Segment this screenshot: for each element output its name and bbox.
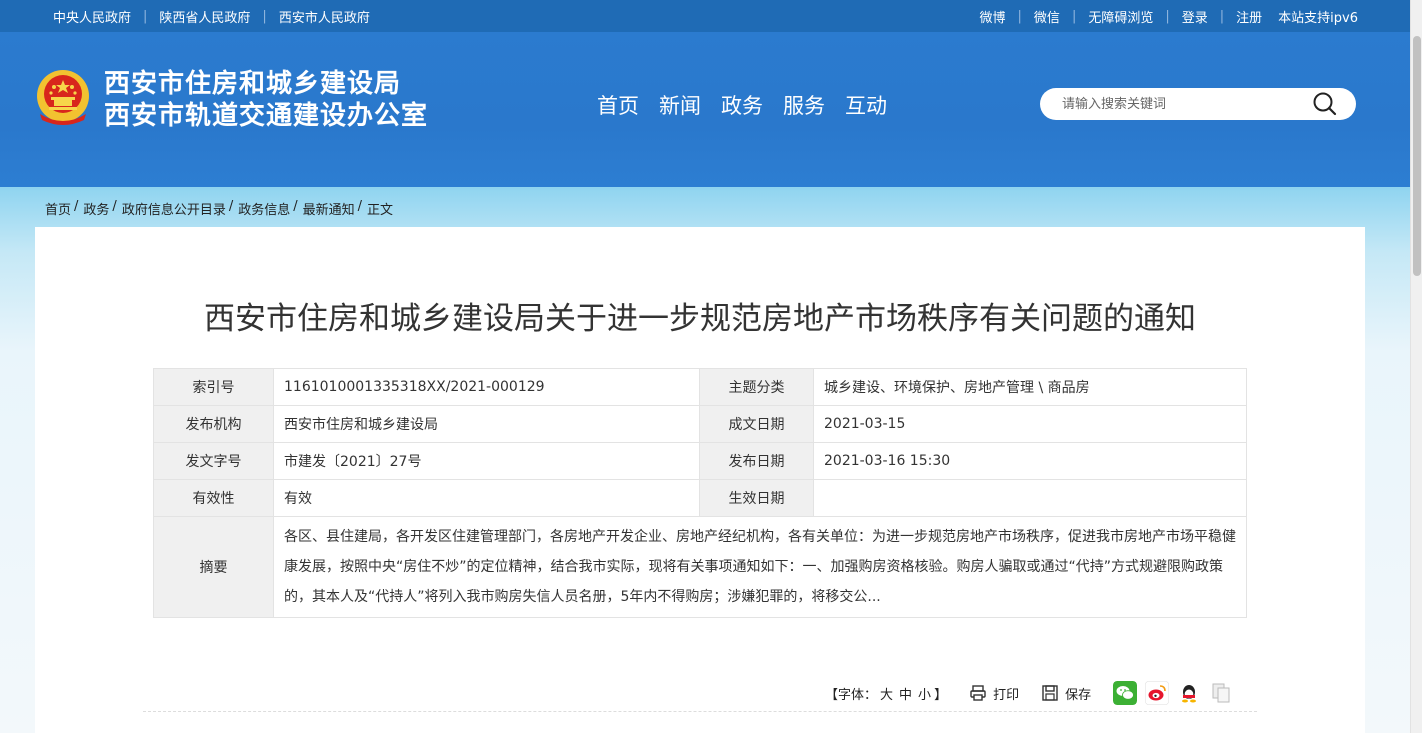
breadcrumb-government-affairs[interactable]: 政务 <box>83 199 109 218</box>
save-label: 保存 <box>1065 687 1092 703</box>
link-shaanxi-government[interactable]: 陕西省人民政府 <box>159 7 250 26</box>
page-scrollbar[interactable] <box>1410 0 1422 733</box>
copy-link-icon[interactable] <box>1209 681 1233 705</box>
nav-government-affairs[interactable]: 政务 <box>721 90 763 120</box>
top-bar: 中央人民政府 | 陕西省人民政府 | 西安市人民政府 微博 | 微信 | 无障碍… <box>0 0 1410 32</box>
abstract-value: 各区、县住建局，各开发区住建管理部门，各房地产开发企业、房地产经纪机构，各有关单… <box>273 516 1247 618</box>
nav-interaction[interactable]: 互动 <box>845 90 887 120</box>
nav-news[interactable]: 新闻 <box>659 90 701 120</box>
breadcrumb-disclosure-catalog[interactable]: 政府信息公开目录 <box>122 199 226 218</box>
site-title[interactable]: 西安市住房和城乡建设局 西安市轨道交通建设办公室 <box>104 68 428 132</box>
nav-home[interactable]: 首页 <box>597 90 639 120</box>
index-number-value: 1161010001335318XX/2021-000129 <box>273 368 700 406</box>
scrollbar-thumb[interactable] <box>1413 36 1421 276</box>
qq-share-icon[interactable] <box>1177 681 1202 705</box>
font-size-large-button[interactable]: 大 <box>880 684 893 703</box>
divider: | <box>1219 8 1225 24</box>
created-date-label: 成文日期 <box>699 405 814 443</box>
main-nav: 首页 新闻 政务 服务 互动 <box>597 90 907 120</box>
index-number-label: 索引号 <box>153 368 274 406</box>
top-bar-left-links: 中央人民政府 | 陕西省人民政府 | 西安市人民政府 <box>53 0 370 32</box>
document-number-label: 发文字号 <box>153 442 274 480</box>
document-number-value: 市建发〔2021〕27号 <box>273 442 700 480</box>
link-accessibility[interactable]: 无障碍浏览 <box>1088 7 1153 26</box>
breadcrumb-latest-notices[interactable]: 最新通知 <box>303 199 355 218</box>
table-row: 摘要 各区、县住建局，各开发区住建管理部门，各房地产开发企业、房地产经纪机构，各… <box>153 516 1247 618</box>
font-size-bracket-close: 】 <box>934 687 948 703</box>
divider: | <box>143 8 148 24</box>
publish-date-label: 发布日期 <box>699 442 814 480</box>
breadcrumb: 首页 / 政务 / 政府信息公开目录 / 政务信息 / 最新通知 / 正文 <box>45 199 393 218</box>
article-toolbar: 【字体： 大 中 小 】 打印 保存 <box>825 679 1241 707</box>
publisher-value: 西安市住房和城乡建设局 <box>273 405 700 443</box>
breadcrumb-home[interactable]: 首页 <box>45 199 71 218</box>
font-size-medium-button[interactable]: 中 <box>899 684 912 703</box>
breadcrumb-current: 正文 <box>367 203 394 218</box>
link-xian-government[interactable]: 西安市人民政府 <box>279 7 370 26</box>
link-wechat[interactable]: 微信 <box>1034 7 1060 26</box>
top-bar-right-links: 微博 | 微信 | 无障碍浏览 | 登录 | 注册 本站支持ipv6 <box>980 0 1358 32</box>
divider <box>143 711 1257 712</box>
save-disk-icon <box>1042 685 1058 701</box>
site-header: 西安市住房和城乡建设局 西安市轨道交通建设办公室 首页 新闻 政务 服务 互动 <box>0 32 1410 187</box>
divider: | <box>262 8 267 24</box>
divider: | <box>1017 8 1022 24</box>
validity-value: 有效 <box>273 479 700 517</box>
breadcrumb-separator: / <box>228 199 234 214</box>
table-row: 索引号 1161010001335318XX/2021-000129 主题分类 … <box>153 368 1247 406</box>
publish-date-value: 2021-03-16 15:30 <box>813 442 1247 480</box>
divider: | <box>1165 8 1170 24</box>
document-title: 西安市住房和城乡建设局关于进一步规范房地产市场秩序有关问题的通知 <box>204 301 1196 337</box>
divider: | <box>1071 8 1077 24</box>
created-date-value: 2021-03-15 <box>813 405 1247 443</box>
weibo-share-icon[interactable] <box>1145 681 1170 705</box>
print-button[interactable]: 打印 <box>969 684 1019 703</box>
validity-label: 有效性 <box>153 479 274 517</box>
topic-category-value: 城乡建设、环境保护、房地产管理 \ 商品房 <box>813 368 1247 406</box>
publisher-label: 发布机构 <box>153 405 274 443</box>
effective-date-value <box>813 479 1247 517</box>
document-metadata-table: 索引号 1161010001335318XX/2021-000129 主题分类 … <box>153 368 1247 618</box>
national-emblem-icon[interactable] <box>34 68 92 128</box>
ipv6-support-text: 本站支持ipv6 <box>1278 10 1358 26</box>
save-button[interactable]: 保存 <box>1041 684 1091 703</box>
abstract-label: 摘要 <box>153 516 274 618</box>
font-size-controls: 【字体： 大 中 小 】 <box>825 684 947 703</box>
breadcrumb-separator: / <box>74 199 79 214</box>
topic-category-label: 主题分类 <box>699 368 814 406</box>
content-card: 西安市住房和城乡建设局关于进一步规范房地产市场秩序有关问题的通知 索引号 116… <box>35 227 1365 733</box>
nav-services[interactable]: 服务 <box>783 90 825 120</box>
table-row: 发布机构 西安市住房和城乡建设局 成文日期 2021-03-15 <box>153 405 1247 443</box>
site-title-line-2: 西安市轨道交通建设办公室 <box>104 101 429 131</box>
table-row: 有效性 有效 生效日期 <box>153 479 1247 517</box>
link-login[interactable]: 登录 <box>1182 7 1208 26</box>
wechat-share-icon[interactable] <box>1113 681 1138 705</box>
print-label: 打印 <box>993 687 1020 703</box>
link-central-government[interactable]: 中央人民政府 <box>53 7 131 26</box>
link-weibo[interactable]: 微博 <box>980 7 1006 26</box>
breadcrumb-separator: / <box>293 199 298 214</box>
font-size-label: 【字体： <box>825 687 878 703</box>
breadcrumb-separator: / <box>112 199 117 214</box>
link-register[interactable]: 注册 <box>1236 7 1262 26</box>
search-box <box>1040 88 1356 120</box>
search-icon[interactable] <box>1312 92 1338 116</box>
site-title-line-1: 西安市住房和城乡建设局 <box>104 69 402 99</box>
printer-icon <box>970 685 986 701</box>
breadcrumb-separator: / <box>357 199 363 214</box>
font-size-small-button[interactable]: 小 <box>918 684 931 703</box>
search-input[interactable] <box>1062 94 1292 114</box>
effective-date-label: 生效日期 <box>699 479 814 517</box>
table-row: 发文字号 市建发〔2021〕27号 发布日期 2021-03-16 15:30 <box>153 442 1247 480</box>
breadcrumb-government-info[interactable]: 政务信息 <box>238 199 290 218</box>
